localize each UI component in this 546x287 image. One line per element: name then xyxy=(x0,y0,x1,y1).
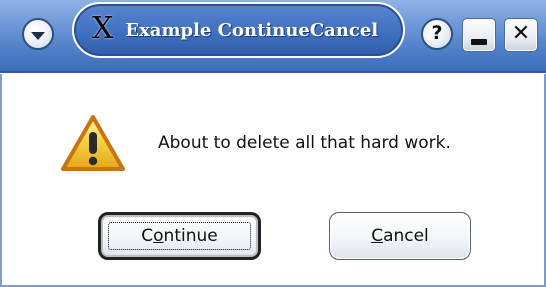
chevron-down-icon xyxy=(31,31,45,40)
close-icon: ✕ xyxy=(511,21,531,46)
dialog-content: About to delete all that hard work. Cont… xyxy=(0,74,546,287)
window-title: Example ContinueCancel xyxy=(125,19,379,41)
continue-button-label: Continue xyxy=(141,226,218,246)
close-button[interactable]: ✕ xyxy=(504,18,538,52)
window-title-pill: X Example ContinueCancel xyxy=(72,2,405,58)
help-icon: ? xyxy=(431,21,443,44)
continue-button[interactable]: Continue xyxy=(98,212,261,260)
x-logo: X xyxy=(92,11,114,46)
warning-icon xyxy=(61,115,125,171)
dialog-window: X Example ContinueCancel ? ✕ About to de… xyxy=(0,0,546,287)
cancel-button[interactable]: Cancel xyxy=(329,212,471,260)
minimize-button[interactable] xyxy=(462,18,496,52)
cancel-button-label: Cancel xyxy=(371,226,429,246)
window-titlebar[interactable]: X Example ContinueCancel ? ✕ xyxy=(0,0,546,73)
minimize-icon xyxy=(471,39,487,45)
window-menu-button[interactable] xyxy=(22,18,54,50)
dialog-message: About to delete all that hard work. xyxy=(158,133,451,153)
help-button[interactable]: ? xyxy=(421,18,453,50)
